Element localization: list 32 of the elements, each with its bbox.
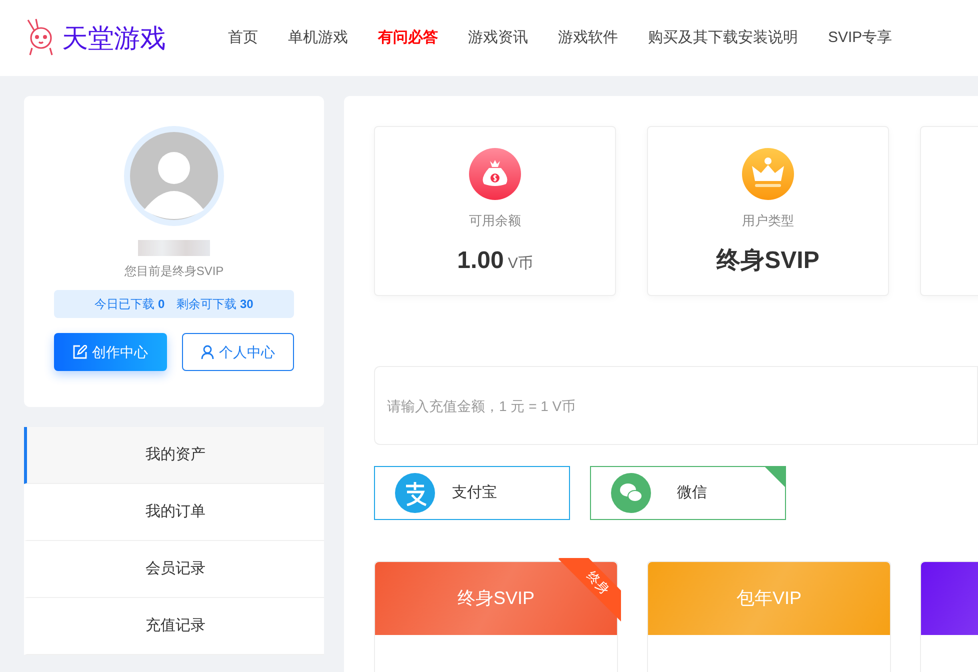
stat-value: 1.00 V币	[457, 246, 533, 276]
logo-text: 天堂游戏	[62, 25, 166, 51]
download-count-text: 剩余可下载 30	[176, 296, 254, 313]
member-status-text: 您目前是终身SVIP	[124, 263, 224, 280]
selected-corner-icon	[765, 467, 785, 487]
alipay-icon	[395, 473, 435, 513]
wechat-pay-button[interactable]: 微信	[590, 466, 786, 520]
personal-center-button[interactable]: 个人中心	[182, 333, 294, 371]
edit-icon	[73, 345, 87, 359]
sidebar-menu-item[interactable]: 我的订单	[24, 484, 324, 541]
nav-link[interactable]: 购买及其下载安装说明	[648, 26, 798, 50]
nav-link[interactable]: 游戏资讯	[468, 26, 528, 50]
plan-header: 包年VIP	[648, 562, 890, 635]
nav-link[interactable]: 有问必答	[378, 26, 438, 50]
nav-link[interactable]: 单机游戏	[288, 26, 348, 50]
blurred-username	[138, 240, 210, 256]
money-bag-icon	[469, 148, 521, 200]
sidebar-menu-item[interactable]: 充值记录	[24, 598, 324, 655]
sidebar-menu-item[interactable]: 我的资产	[24, 427, 324, 484]
crown-icon	[742, 148, 794, 200]
nav-link[interactable]: 首页	[228, 26, 258, 50]
stat-value: 终身SVIP	[716, 246, 820, 276]
recharge-amount-field[interactable]: 请输入充值金额，1 元 = 1 V币	[374, 366, 978, 445]
user-icon	[201, 345, 214, 359]
download-count-text: 今日已下载 0	[94, 296, 165, 313]
stat-label: 可用余额	[469, 212, 521, 230]
sidebar-menu-item[interactable]: 会员记录	[24, 541, 324, 598]
wechat-icon	[611, 473, 651, 513]
nav-link[interactable]: SVIP专享	[828, 26, 892, 50]
nav-link[interactable]: 游戏软件	[558, 26, 618, 50]
alipay-button[interactable]: 支付宝	[374, 466, 570, 520]
stat-label: 用户类型	[742, 212, 794, 230]
